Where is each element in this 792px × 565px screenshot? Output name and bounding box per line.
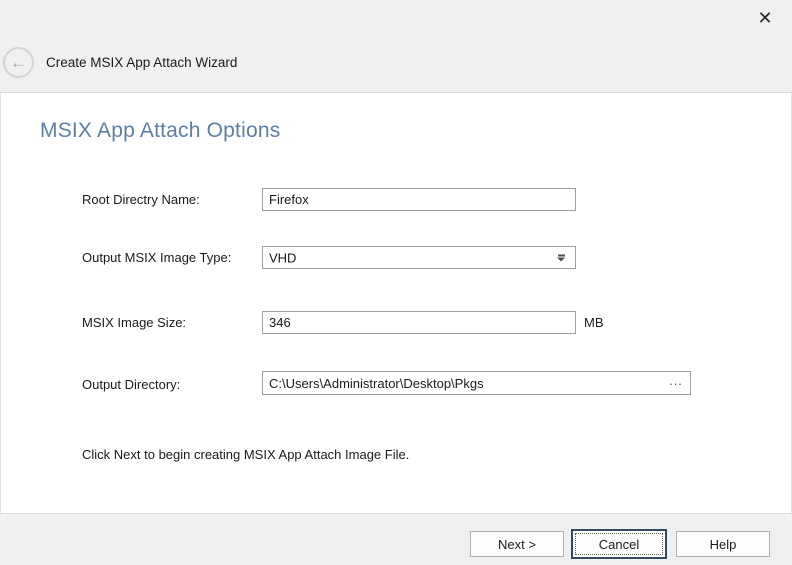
- image-type-dropdown[interactable]: VHD: [262, 246, 576, 269]
- close-icon[interactable]: ✕: [752, 5, 778, 31]
- output-directory-field: ...: [262, 371, 691, 395]
- back-button[interactable]: ←: [3, 47, 34, 78]
- browse-ellipsis-icon[interactable]: ...: [664, 372, 688, 394]
- next-button[interactable]: Next >: [470, 531, 564, 557]
- back-arrow-icon: ←: [10, 54, 27, 71]
- image-type-selected-value: VHD: [269, 250, 296, 265]
- image-type-label: Output MSIX Image Type:: [82, 250, 231, 265]
- output-directory-input[interactable]: [263, 372, 662, 394]
- image-size-input[interactable]: [262, 311, 576, 334]
- chevron-down-icon: [557, 254, 566, 261]
- wizard-dialog: ✕ ← Create MSIX App Attach Wizard MSIX A…: [0, 0, 792, 565]
- root-directory-input[interactable]: [262, 188, 576, 211]
- footer-bar: Next > Cancel Help: [0, 513, 792, 565]
- cancel-button[interactable]: Cancel: [571, 529, 667, 559]
- page-title: MSIX App Attach Options: [40, 119, 280, 143]
- root-directory-label: Root Directry Name:: [82, 192, 200, 207]
- output-directory-label: Output Directory:: [82, 377, 180, 392]
- wizard-header: ✕ ← Create MSIX App Attach Wizard: [0, 0, 792, 93]
- instruction-text: Click Next to begin creating MSIX App At…: [82, 447, 409, 462]
- help-button[interactable]: Help: [676, 531, 770, 557]
- image-size-unit-label: MB: [584, 315, 604, 330]
- image-size-label: MSIX Image Size:: [82, 315, 186, 330]
- wizard-title: Create MSIX App Attach Wizard: [46, 55, 237, 70]
